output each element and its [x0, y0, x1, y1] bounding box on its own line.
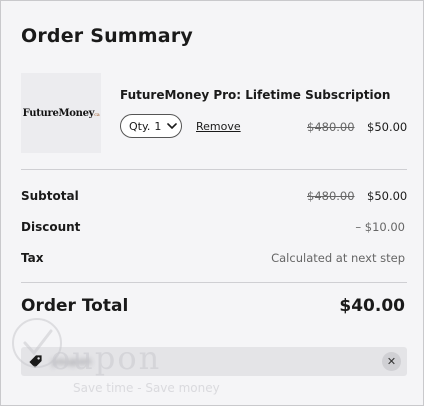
subtotal-original: $480.00: [307, 189, 355, 203]
subtotal-value: $50.00: [367, 189, 408, 203]
divider: [21, 282, 407, 283]
chevron-down-icon: [167, 123, 178, 129]
futuremoney-logo: FutureMoneyca: [22, 107, 100, 119]
product-thumbnail: FutureMoneyca: [21, 73, 101, 153]
watermark-slogan: Save time - Save money: [73, 381, 220, 395]
discount-value: – $10.00: [355, 220, 405, 234]
discount-label: Discount: [21, 220, 81, 234]
quantity-select[interactable]: Qty. 1: [120, 114, 182, 138]
quantity-label: Qty.: [129, 119, 151, 133]
order-summary-title: Order Summary: [21, 25, 193, 47]
remove-item-link[interactable]: Remove: [196, 120, 241, 133]
divider: [21, 169, 407, 170]
applied-coupon: youpon ✕: [21, 347, 407, 376]
remove-coupon-button[interactable]: ✕: [382, 352, 401, 371]
coupon-code: youpon: [51, 355, 92, 368]
item-original-price: $480.00: [307, 120, 355, 134]
tag-icon: [29, 355, 42, 368]
order-total-label: Order Total: [21, 296, 129, 316]
order-summary-panel: Order Summary FutureMoneyca FutureMoney …: [0, 0, 424, 406]
subtotal-label: Subtotal: [21, 189, 79, 203]
item-sale-price: $50.00: [367, 120, 408, 134]
tax-value: Calculated at next step: [271, 251, 405, 265]
close-icon: ✕: [386, 355, 397, 368]
order-total-value: $40.00: [339, 296, 405, 316]
tax-label: Tax: [21, 251, 44, 265]
product-name: FutureMoney Pro: Lifetime Subscription: [120, 88, 391, 102]
quantity-value: 1: [154, 119, 162, 133]
